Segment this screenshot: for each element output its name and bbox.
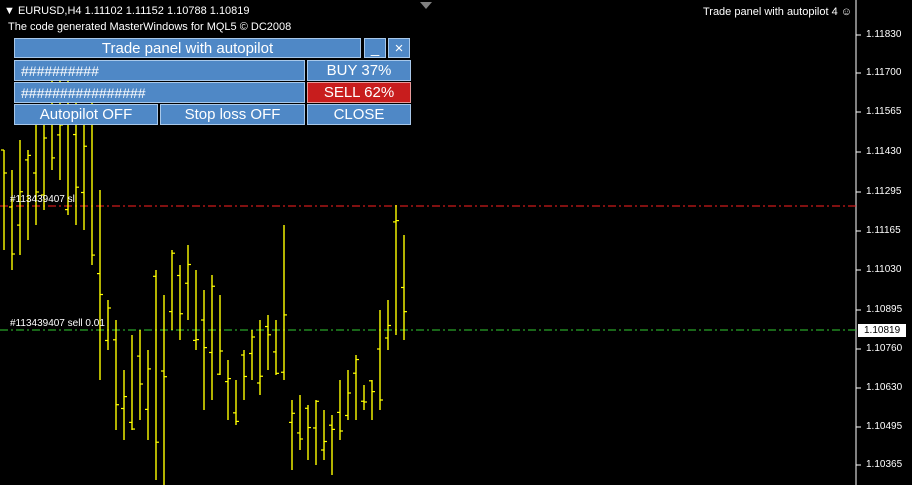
ohlc-bar [249, 330, 255, 380]
price-axis-label: 1.11700 [866, 67, 902, 78]
symbol-info-text: EURUSD,H4 1.11102 1.11152 1.10788 1.1081… [17, 5, 250, 17]
price-axis-label: 1.11030 [866, 264, 902, 275]
autopilot-button[interactable]: Autopilot OFF [14, 104, 158, 125]
ohlc-bar [169, 250, 175, 330]
price-axis-label: 1.11295 [866, 186, 902, 197]
price-axis-label: 1.10365 [866, 459, 903, 470]
ohlc-bar [329, 415, 335, 475]
close-panel-button[interactable]: × [388, 38, 410, 58]
ohlc-bar [217, 295, 223, 375]
ohlc-bar [225, 360, 231, 420]
ohlc-bar [321, 410, 327, 460]
ohlc-bar [377, 310, 383, 410]
minimize-button[interactable]: _ [364, 38, 386, 58]
ohlc-bar [145, 350, 151, 440]
ohlc-bar [233, 380, 239, 425]
ohlc-bar [97, 190, 103, 380]
ohlc-bar [313, 400, 319, 465]
ohlc-bar [385, 300, 391, 350]
indicator-label-text: Trade panel with autopilot 4 [702, 6, 838, 18]
ohlc-bar [201, 290, 207, 410]
close-all-button[interactable]: CLOSE [307, 104, 411, 125]
price-axis-label: 1.10760 [866, 343, 903, 354]
indicator-label: Trade panel with autopilot 4 ☺ [703, 6, 852, 18]
sell-volume-field[interactable]: ################ [14, 82, 305, 103]
ohlc-bar [345, 370, 351, 420]
ohlc-bar [121, 370, 127, 440]
ohlc-bar [137, 330, 143, 420]
price-axis-label: 1.10630 [866, 382, 903, 393]
smiley-icon: ☺ [840, 6, 852, 18]
ohlc-bar [1, 149, 7, 250]
ohlc-bar [281, 225, 287, 380]
ohlc-bar [289, 400, 295, 470]
ohlc-bar [353, 355, 359, 420]
panel-title[interactable]: Trade panel with autopilot [14, 38, 361, 58]
ohlc-bar [193, 270, 199, 350]
ohlc-bar [305, 405, 311, 460]
ohlc-bar [33, 125, 39, 225]
ohlc-bar [129, 335, 135, 430]
price-axis-label: 1.10895 [866, 304, 903, 315]
ohlc-bar [105, 300, 111, 350]
ohlc-bar [113, 320, 119, 430]
buy-volume-field[interactable]: ########## [14, 60, 305, 81]
price-axis-label: 1.11165 [866, 225, 901, 236]
ohlc-bar [393, 205, 399, 335]
price-axis-label: 1.11565 [866, 106, 902, 117]
ohlc-bar [273, 320, 279, 375]
ohlc-bar [153, 270, 159, 480]
ohlc-bar [369, 380, 375, 420]
chart-shift-marker-icon[interactable] [420, 2, 432, 9]
price-axis-label: 1.11430 [866, 146, 902, 157]
price-axis-label: 1.11830 [866, 29, 902, 40]
ohlc-bar [177, 265, 183, 340]
ohlc-bar [257, 320, 263, 395]
ohlc-bar [361, 385, 367, 410]
current-price-label: 1.10819 [858, 324, 906, 337]
sell-button[interactable]: SELL 62% [307, 82, 411, 103]
ohlc-bar [209, 275, 215, 400]
sl-order-label[interactable]: #113439407 sl [10, 194, 75, 205]
ohlc-bar [337, 380, 343, 440]
copyright-note: The code generated MasterWindows for MQL… [8, 21, 292, 33]
ohlc-bar [185, 245, 191, 320]
dropdown-arrow-icon[interactable]: ▼ [4, 5, 15, 17]
ohlc-bar [161, 295, 167, 485]
sell-order-label[interactable]: #113439407 sell 0.01 [10, 318, 105, 329]
ohlc-bar [401, 235, 407, 340]
ohlc-bar [265, 315, 271, 370]
price-axis-label: 1.10495 [866, 421, 903, 432]
buy-button[interactable]: BUY 37% [307, 60, 411, 81]
ohlc-bar [9, 170, 15, 270]
stop-loss-button[interactable]: Stop loss OFF [160, 104, 305, 125]
symbol-info: ▼ EURUSD,H4 1.11102 1.11152 1.10788 1.10… [4, 5, 250, 17]
ohlc-bar [241, 350, 247, 400]
ohlc-bar [297, 395, 303, 450]
